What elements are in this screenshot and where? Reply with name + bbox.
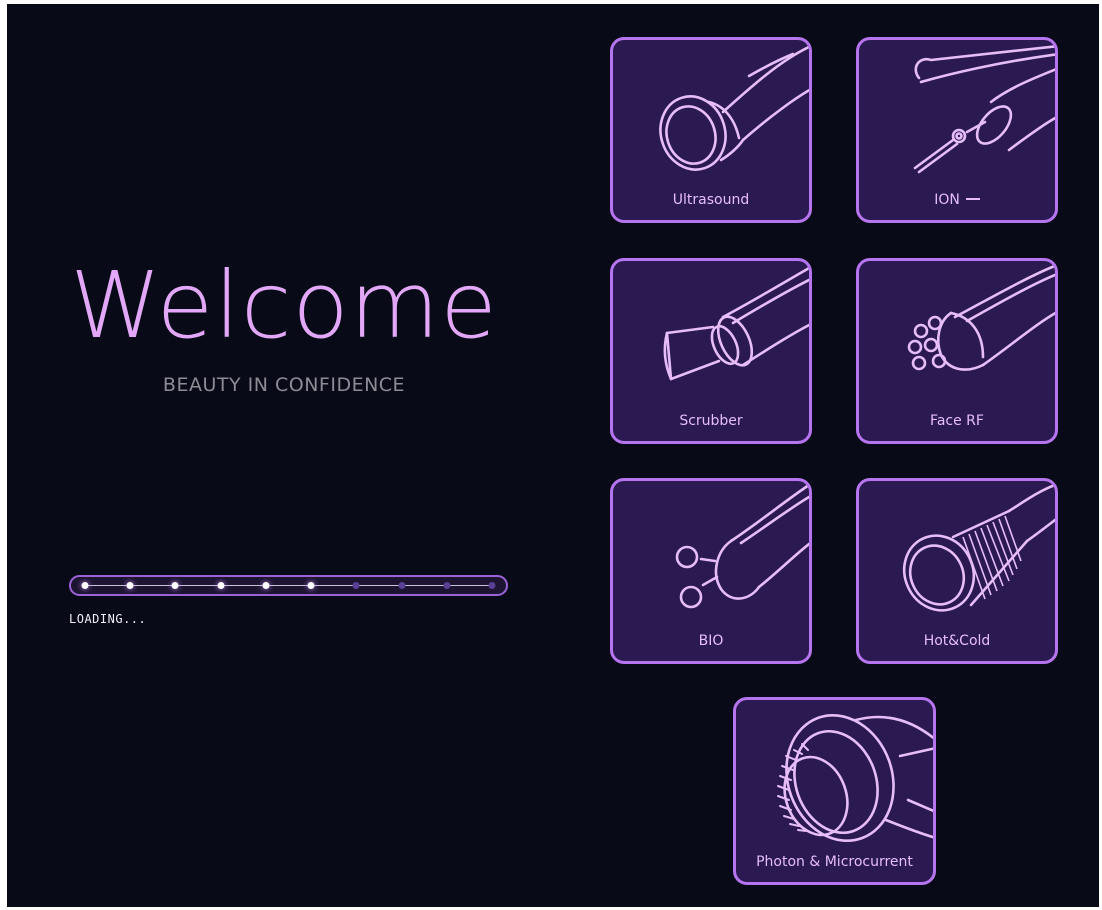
welcome-tagline: BEAUTY IN CONFIDENCE (162, 374, 406, 396)
loading-step-dot (307, 582, 315, 589)
tile-label-hot-cold: Hot&Cold (923, 633, 991, 649)
loading-step-dot (126, 582, 134, 589)
loading-step-dot (488, 582, 496, 589)
tile-label-photon-microcurrent: Photon & Microcurrent (756, 854, 913, 870)
tile-hot-cold[interactable]: Hot&Cold (856, 478, 1058, 664)
tile-scrubber[interactable]: Scrubber (610, 258, 812, 444)
loading-step-dot (217, 582, 225, 589)
tile-bio[interactable]: BIO (610, 478, 812, 664)
tile-photon-microcurrent[interactable]: Photon & Microcurrent (733, 697, 936, 885)
tile-label-bio: BIO (698, 633, 724, 649)
tile-face-rf[interactable]: Face RF (856, 258, 1058, 444)
tile-ion[interactable]: ION (856, 37, 1058, 223)
loading-progress-bar (69, 575, 508, 596)
tile-label-scrubber: Scrubber (679, 413, 743, 429)
tile-label-ion-text: ION (934, 192, 960, 208)
tile-label-ultrasound: Ultrasound (672, 192, 750, 208)
tile-label-ion: ION (859, 192, 1055, 208)
tile-label-face-rf: Face RF (930, 413, 984, 429)
loading-step-dot (262, 582, 270, 589)
loading-step-dot (352, 582, 360, 589)
negative-sign-icon (965, 198, 980, 200)
loading-step-dot (81, 582, 89, 589)
loading-label: LOADING... (69, 612, 147, 626)
loading-step-dot (171, 582, 179, 589)
loading-progress-line (85, 585, 492, 586)
tile-ultrasound[interactable]: Ultrasound (610, 37, 812, 223)
welcome-screen: Welcome BEAUTY IN CONFIDENCE LOADING... … (7, 4, 1099, 907)
loading-step-dot (398, 582, 406, 589)
loading-step-dot (443, 582, 451, 589)
welcome-title: Welcome (70, 252, 498, 359)
